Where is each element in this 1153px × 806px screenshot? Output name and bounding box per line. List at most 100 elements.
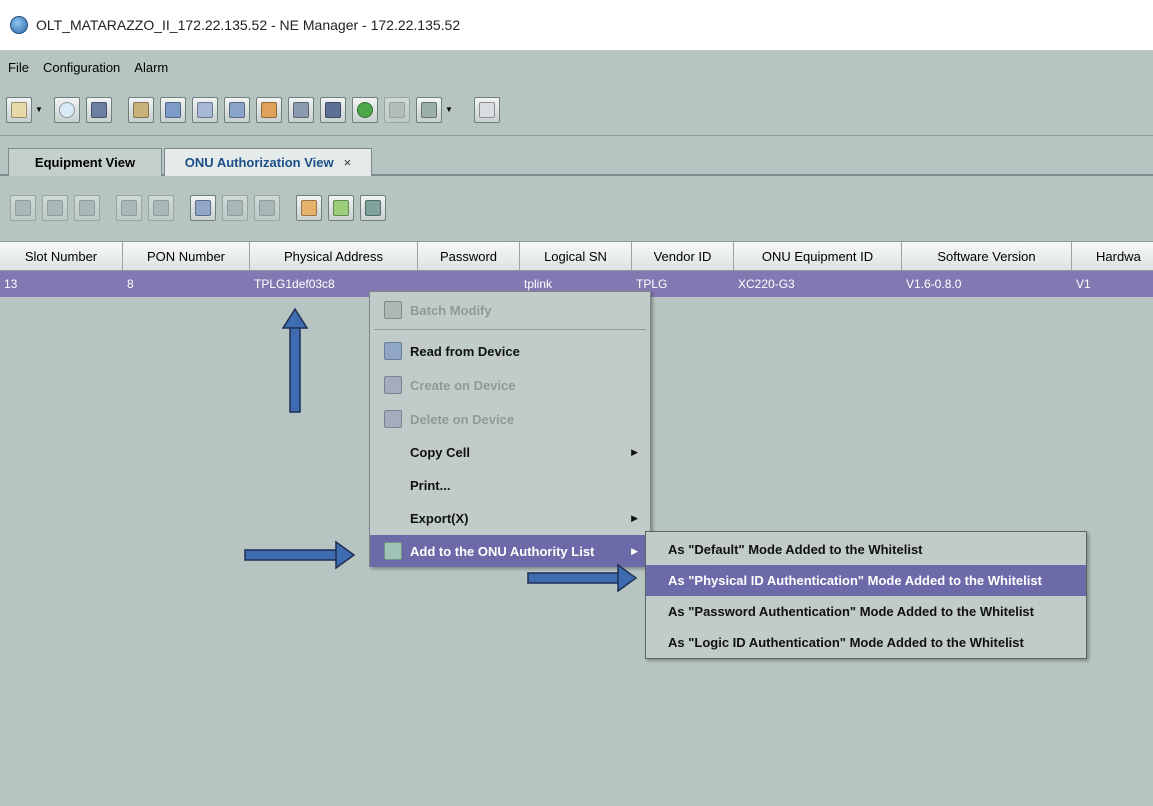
edit-icon <box>79 200 95 216</box>
trash-icon <box>47 200 63 216</box>
ne-manager-globe-icon <box>10 16 28 34</box>
toolbar-board-button[interactable] <box>192 96 218 123</box>
clock-icon <box>59 101 75 118</box>
toolbar-card-button[interactable] <box>160 96 186 123</box>
subtoolbar-copy-button <box>116 195 142 221</box>
toolbar-config-button[interactable] <box>128 96 154 123</box>
toolbar-view-dropdown[interactable]: ▼ <box>32 97 46 123</box>
menu-configuration[interactable]: Configuration <box>43 60 120 75</box>
device-icon <box>229 101 245 118</box>
column-header-password[interactable]: Password <box>418 242 520 270</box>
submenu-item-default-mode[interactable]: As "Default" Mode Added to the Whitelist <box>646 534 1086 565</box>
menu-item-add-to-onu-authority-list-label: Add to the ONU Authority List <box>410 543 595 559</box>
toolbar-server-button[interactable] <box>288 96 314 123</box>
toolbar-view-button[interactable] <box>6 96 32 123</box>
subtoolbar-create-button <box>222 195 248 221</box>
menu-item-print[interactable]: Print... <box>370 469 650 501</box>
column-header-hardware-version[interactable]: Hardwa <box>1072 242 1153 270</box>
batch-modify-icon <box>384 301 402 319</box>
delete-device-icon <box>384 410 402 428</box>
report-icon <box>421 101 437 118</box>
window-title-bar: OLT_MATARAZZO_II_172.22.135.52 - NE Mana… <box>0 0 1153 50</box>
tab-close-icon[interactable]: × <box>344 155 352 170</box>
table-header: Slot Number PON Number Physical Address … <box>0 241 1153 271</box>
toolbar-alarm-button[interactable] <box>256 96 282 123</box>
menu-item-export[interactable]: Export(X) ▶ <box>370 502 650 534</box>
subtoolbar-remove-button <box>254 195 280 221</box>
menu-item-read-from-device[interactable]: Read from Device <box>370 335 650 367</box>
paste-icon <box>153 200 169 216</box>
column-header-logical-sn[interactable]: Logical SN <box>520 242 632 270</box>
menu-item-export-label: Export(X) <box>410 510 469 526</box>
submenu-arrow-icon: ▶ <box>631 512 638 523</box>
tab-equipment-view-label: Equipment View <box>34 155 136 170</box>
subtoolbar-delete-button <box>42 195 68 221</box>
toolbar-onu-button[interactable] <box>86 96 112 123</box>
alarm-doc-icon <box>261 101 277 118</box>
subtoolbar-authority-button[interactable] <box>360 195 386 221</box>
subtoolbar-list-add-button[interactable] <box>328 195 354 221</box>
create-device-icon <box>384 376 402 394</box>
server-icon <box>293 101 309 118</box>
menu-item-batch-modify: Batch Modify <box>370 294 650 326</box>
cell-slot-number[interactable]: 13 <box>0 271 123 297</box>
column-header-vendor-id[interactable]: Vendor ID <box>632 242 734 270</box>
authority-list-icon <box>384 542 402 560</box>
create-device-icon <box>227 200 243 216</box>
toolbar-list-button[interactable] <box>320 96 346 123</box>
cell-pon-number[interactable]: 8 <box>123 271 250 297</box>
tab-onu-authorization-view[interactable]: ONU Authorization View × <box>164 148 372 176</box>
menu-item-create-on-device-label: Create on Device <box>410 377 516 393</box>
tab-onu-authorization-view-label: ONU Authorization View <box>184 155 334 170</box>
board-icon <box>197 101 213 118</box>
globe-icon <box>357 101 373 118</box>
subtoolbar-read-button[interactable] <box>190 195 216 221</box>
toolbar-report-button[interactable] <box>416 96 442 123</box>
column-header-pon-number[interactable]: PON Number <box>123 242 250 270</box>
edit-doc-icon <box>133 101 149 118</box>
menu-item-delete-on-device-label: Delete on Device <box>410 411 515 427</box>
toolbar-report-dropdown[interactable]: ▼ <box>442 97 456 123</box>
column-header-onu-equipment-id[interactable]: ONU Equipment ID <box>734 242 902 270</box>
menu-item-copy-cell[interactable]: Copy Cell ▶ <box>370 436 650 468</box>
menu-alarm[interactable]: Alarm <box>134 60 168 75</box>
list-add-icon <box>333 200 349 216</box>
column-header-physical-address[interactable]: Physical Address <box>250 242 418 270</box>
menu-item-add-to-onu-authority-list[interactable]: Add to the ONU Authority List ▶ <box>370 535 650 567</box>
main-toolbar: ▼ ▼ <box>0 84 1153 136</box>
window-title: OLT_MATARAZZO_II_172.22.135.52 - NE Mana… <box>36 17 461 33</box>
submenu-item-password-mode[interactable]: As "Password Authentication" Mode Added … <box>646 596 1086 627</box>
toolbar-network-button[interactable] <box>352 96 378 123</box>
annotation-right-arrow-menu <box>244 540 356 570</box>
submenu-item-logic-id-mode[interactable]: As "Logic ID Authentication" Mode Added … <box>646 627 1086 658</box>
onu-device-icon <box>91 101 107 118</box>
annotation-up-arrow <box>281 307 309 413</box>
tab-equipment-view[interactable]: Equipment View <box>8 148 162 176</box>
view-toolbar <box>0 186 1153 230</box>
toolbar-trash-button <box>384 96 410 123</box>
delete-device-icon <box>259 200 275 216</box>
subtoolbar-paste-button <box>148 195 174 221</box>
column-header-slot-number[interactable]: Slot Number <box>0 242 123 270</box>
cell-software-version[interactable]: V1.6-0.8.0 <box>902 271 1072 297</box>
card-icon <box>165 101 181 118</box>
submenu-arrow-icon: ▶ <box>631 446 638 457</box>
column-header-software-version[interactable]: Software Version <box>902 242 1072 270</box>
submenu-item-physical-id-mode[interactable]: As "Physical ID Authentication" Mode Add… <box>646 565 1086 596</box>
submenu-arrow-icon: ▶ <box>631 545 638 556</box>
subtoolbar-hand-button[interactable] <box>296 195 322 221</box>
annotation-right-arrow-submenu <box>527 563 638 593</box>
toolbar-timer-button[interactable] <box>54 96 80 123</box>
trash-icon <box>389 101 405 118</box>
toolbar-sheet-button[interactable] <box>474 96 500 123</box>
menu-item-create-on-device: Create on Device <box>370 369 650 401</box>
cell-hardware-version[interactable]: V1 <box>1072 271 1153 297</box>
sheet-icon <box>479 101 495 118</box>
toolbar-device-button[interactable] <box>224 96 250 123</box>
menu-item-delete-on-device: Delete on Device <box>370 403 650 435</box>
menu-file[interactable]: File <box>8 60 29 75</box>
read-device-icon <box>384 342 402 360</box>
cell-onu-equipment-id[interactable]: XC220-G3 <box>734 271 902 297</box>
menu-item-batch-modify-label: Batch Modify <box>410 302 492 318</box>
menu-item-copy-cell-label: Copy Cell <box>410 444 470 460</box>
